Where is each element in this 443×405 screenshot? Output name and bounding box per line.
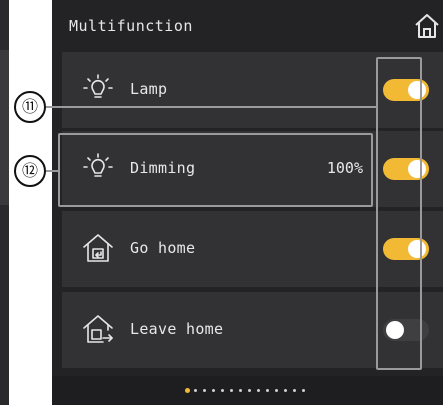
row-label: Leave home	[130, 320, 224, 338]
screenshot-stage: Multifunction Lamp Dimming 100% Go home …	[0, 0, 443, 405]
page-dot[interactable]	[302, 389, 305, 392]
page-dot[interactable]	[284, 389, 287, 392]
row-label: Lamp	[130, 80, 168, 98]
dimming-row-highlight	[58, 133, 373, 207]
page-dot[interactable]	[266, 389, 269, 392]
page-dot[interactable]	[248, 389, 251, 392]
page-dot[interactable]	[221, 389, 224, 392]
page-dot[interactable]	[185, 388, 190, 393]
page-dot[interactable]	[275, 389, 278, 392]
callout-leader-line	[46, 106, 376, 108]
page-dot[interactable]	[239, 389, 242, 392]
callout-11-marker: ⑪	[14, 91, 46, 123]
page-dot[interactable]	[257, 389, 260, 392]
page-title: Multifunction	[69, 17, 193, 35]
go-home-icon	[83, 234, 113, 262]
callout-leader-line	[46, 170, 58, 172]
toggle-column-highlight	[376, 57, 422, 370]
bulb-icon	[83, 74, 113, 98]
page-dot[interactable]	[194, 389, 197, 392]
leave-home-icon	[83, 315, 113, 343]
page-dot[interactable]	[293, 389, 296, 392]
callout-12-marker: ⑫	[14, 155, 46, 187]
page-indicator	[52, 376, 443, 405]
home-icon[interactable]	[413, 12, 441, 40]
page-dot[interactable]	[203, 389, 206, 392]
page-dot[interactable]	[230, 389, 233, 392]
panel-header: Multifunction	[52, 0, 443, 50]
row-label: Go home	[130, 239, 196, 257]
adjacent-panel-edge	[0, 0, 9, 405]
page-dot[interactable]	[212, 389, 215, 392]
